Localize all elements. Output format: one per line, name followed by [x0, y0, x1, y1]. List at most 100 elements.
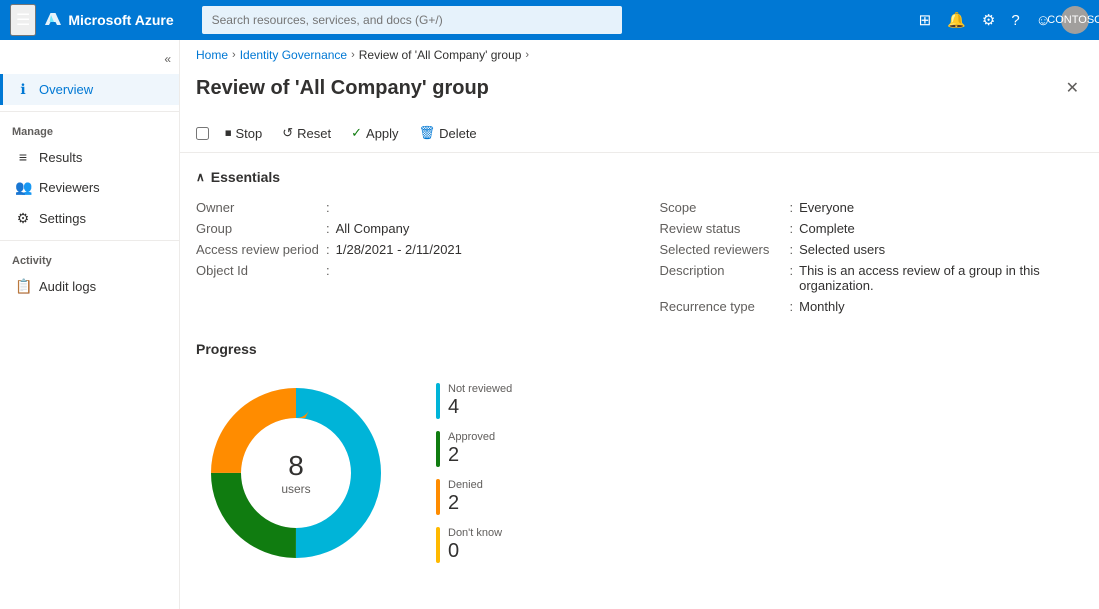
essentials-row-owner: Owner :	[196, 197, 620, 218]
legend-label-not-reviewed: Not reviewed	[448, 383, 512, 395]
owner-sep: :	[326, 200, 330, 215]
reset-label: Reset	[297, 126, 331, 141]
search-container	[202, 6, 622, 34]
breadcrumb-home[interactable]: Home	[196, 48, 228, 62]
essentials-title: Essentials	[211, 169, 280, 185]
selected-reviewers-sep: :	[790, 242, 794, 257]
legend-info-not-reviewed: Not reviewed 4	[448, 383, 512, 419]
essentials-row-objectid: Object Id :	[196, 260, 620, 281]
settings-sidebar-icon: ⚙	[15, 210, 31, 227]
recurrence-label: Recurrence type	[660, 299, 790, 314]
breadcrumb-identity-governance[interactable]: Identity Governance	[240, 48, 347, 62]
reset-button[interactable]: ↺ Reset	[274, 120, 339, 146]
page-header: Review of 'All Company' group ✕	[180, 70, 1099, 114]
close-button[interactable]: ✕	[1062, 74, 1083, 102]
portal-menu-button[interactable]: ⊞	[913, 7, 938, 33]
essentials-row-selected-reviewers: Selected reviewers : Selected users	[660, 239, 1084, 260]
legend-label-denied: Denied	[448, 479, 483, 491]
selected-reviewers-label: Selected reviewers	[660, 242, 790, 257]
essentials-left-col: Owner : Group : All Company Access revie…	[196, 197, 620, 317]
manage-section-label: Manage	[0, 118, 179, 142]
group-value: All Company	[336, 221, 410, 236]
content-area: Home › Identity Governance › Review of '…	[180, 40, 1099, 609]
help-button[interactable]: ?	[1005, 8, 1025, 33]
breadcrumb: Home › Identity Governance › Review of '…	[180, 40, 1099, 70]
description-sep: :	[790, 263, 794, 278]
objectid-sep: :	[326, 263, 330, 278]
description-label: Description	[660, 263, 790, 278]
period-label: Access review period	[196, 242, 326, 257]
selected-reviewers-value: Selected users	[799, 242, 885, 257]
essentials-header[interactable]: ∧ Essentials	[196, 169, 1083, 185]
apply-icon: ✓	[351, 125, 362, 141]
delete-label: Delete	[439, 126, 477, 141]
delete-button[interactable]: 🗑 Delete	[411, 120, 485, 146]
review-status-label: Review status	[660, 221, 790, 236]
app-logo: Microsoft Azure	[44, 11, 173, 29]
owner-label: Owner	[196, 200, 326, 215]
sidebar-item-audit-logs-label: Audit logs	[39, 279, 96, 294]
essentials-row-scope: Scope : Everyone	[660, 197, 1084, 218]
review-status-sep: :	[790, 221, 794, 236]
legend-label-dont-know: Don't know	[448, 527, 502, 539]
donut-svg	[196, 373, 396, 573]
essentials-row-description: Description : This is an access review o…	[660, 260, 1084, 296]
notifications-button[interactable]: 🔔	[941, 7, 972, 33]
recurrence-sep: :	[790, 299, 794, 314]
legend-bar-denied	[436, 479, 440, 515]
legend-bar-approved	[436, 431, 440, 467]
activity-section-label: Activity	[0, 247, 179, 271]
progress-section: Progress	[196, 341, 1083, 573]
breadcrumb-sep-3: ›	[525, 49, 529, 61]
legend-item-approved: Approved 2	[436, 431, 512, 467]
stop-icon: ⏹	[225, 125, 232, 141]
breadcrumb-sep-1: ›	[232, 49, 236, 61]
legend-info-dont-know: Don't know 0	[448, 527, 502, 563]
legend-item-dont-know: Don't know 0	[436, 527, 512, 563]
legend-value-approved: 2	[448, 443, 495, 467]
sidebar-item-audit-logs[interactable]: 📋 Audit logs	[0, 271, 179, 302]
settings-button[interactable]: ⚙	[976, 7, 1001, 33]
sidebar-collapse-button[interactable]: «	[156, 48, 179, 70]
sidebar-item-results[interactable]: ≡ Results	[0, 142, 179, 172]
essentials-row-period: Access review period : 1/28/2021 - 2/11/…	[196, 239, 620, 260]
avatar: CONTOSO	[1061, 6, 1089, 34]
legend-value-not-reviewed: 4	[448, 395, 512, 419]
sidebar-item-overview[interactable]: ℹ Overview	[0, 74, 179, 105]
legend-value-dont-know: 0	[448, 539, 502, 563]
essentials-row-review-status: Review status : Complete	[660, 218, 1084, 239]
main-layout: « ℹ Overview Manage ≡ Results 👥 Reviewer…	[0, 40, 1099, 609]
stop-button[interactable]: ⏹ Stop	[217, 120, 270, 146]
toolbar-checkbox[interactable]	[196, 127, 209, 140]
topbar-icons: ⊞ 🔔 ⚙ ? ☺ CONTOSO	[913, 6, 1089, 34]
sidebar-item-settings[interactable]: ⚙ Settings	[0, 203, 179, 234]
scrollable-content: ∧ Essentials Owner : Group :	[180, 153, 1099, 609]
legend-value-denied: 2	[448, 491, 483, 515]
app-name: Microsoft Azure	[68, 12, 173, 28]
donut-chart: 8 users	[196, 373, 396, 573]
progress-title: Progress	[196, 341, 1083, 357]
period-value: 1/28/2021 - 2/11/2021	[336, 242, 462, 257]
hamburger-button[interactable]: ☰	[10, 4, 36, 36]
audit-logs-icon: 📋	[15, 278, 31, 295]
sidebar-item-reviewers-label: Reviewers	[39, 180, 100, 195]
scope-value: Everyone	[799, 200, 854, 215]
sidebar-divider-2	[0, 240, 179, 241]
legend-item-not-reviewed: Not reviewed 4	[436, 383, 512, 419]
review-status-value: Complete	[799, 221, 855, 236]
topbar: ☰ Microsoft Azure ⊞ 🔔 ⚙ ? ☺ CONTOSO	[0, 0, 1099, 40]
breadcrumb-current: Review of 'All Company' group	[359, 48, 522, 62]
legend-bar-dont-know	[436, 527, 440, 563]
scope-label: Scope	[660, 200, 790, 215]
user-profile[interactable]: CONTOSO	[1061, 6, 1089, 34]
essentials-chevron-icon: ∧	[196, 170, 205, 184]
toolbar: ⏹ Stop ↺ Reset ✓ Apply 🗑 Delete	[180, 114, 1099, 153]
apply-label: Apply	[366, 126, 399, 141]
search-input[interactable]	[202, 6, 622, 34]
essentials-section: ∧ Essentials Owner : Group :	[196, 169, 1083, 317]
breadcrumb-sep-2: ›	[351, 49, 355, 61]
apply-button[interactable]: ✓ Apply	[343, 120, 406, 146]
sidebar-item-reviewers[interactable]: 👥 Reviewers	[0, 172, 179, 203]
description-value: This is an access review of a group in t…	[799, 263, 1083, 293]
recurrence-value: Monthly	[799, 299, 845, 314]
